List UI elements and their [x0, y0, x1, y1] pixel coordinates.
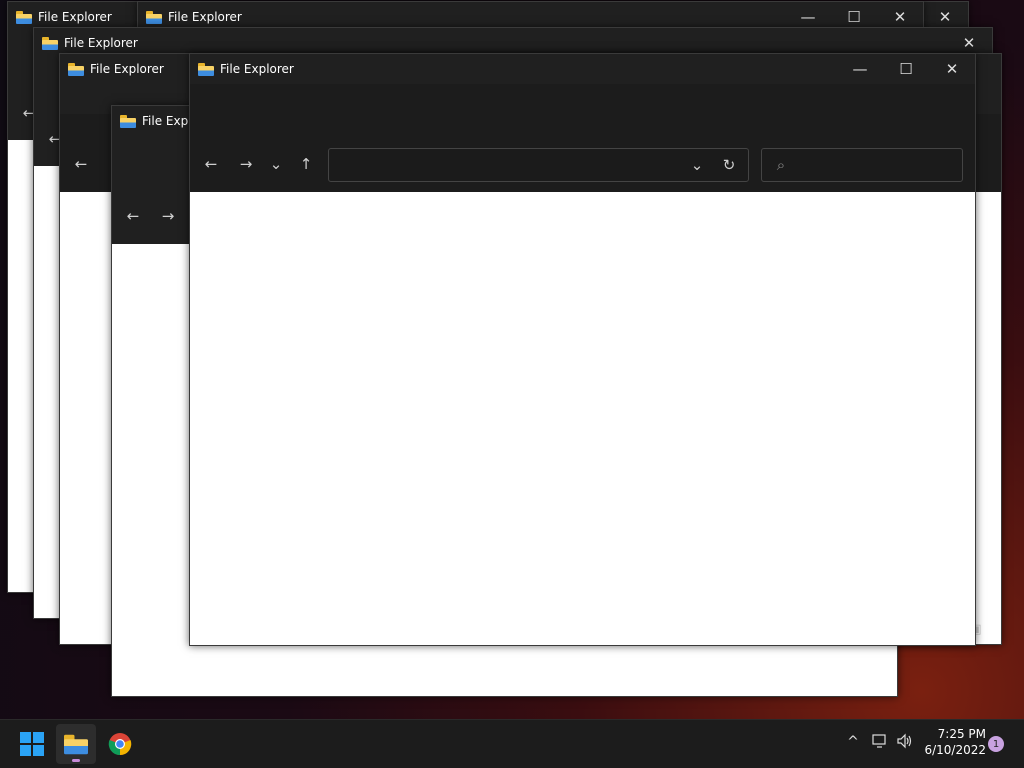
speaker-icon[interactable] [896, 733, 914, 749]
clock-date: 6/10/2022 [924, 743, 986, 757]
notification-badge[interactable]: 1 [988, 736, 1004, 752]
network-icon[interactable] [872, 734, 888, 748]
window-title: File Explo [120, 114, 199, 128]
explorer-window-active[interactable]: File Explorer — ☐ ✕ ← → ⌄ ↑ ⌄ ↻ ⌕ [189, 53, 976, 646]
windows-logo-icon [20, 732, 44, 756]
window-title: File Explorer [198, 62, 294, 76]
title-bar[interactable]: File Explorer — ☐ ✕ [190, 54, 975, 84]
start-button[interactable] [12, 724, 52, 764]
clock[interactable]: 7:25 PM 6/10/2022 [918, 726, 986, 758]
clock-time: 7:25 PM [937, 727, 986, 741]
up-icon[interactable]: ↑ [295, 153, 317, 175]
window-title: File Explorer [42, 36, 138, 50]
maximize-button[interactable]: ☐ [883, 54, 929, 84]
refresh-icon[interactable]: ↻ [718, 154, 740, 176]
tray-overflow-icon[interactable]: ^ [845, 734, 861, 750]
folder-icon [146, 10, 162, 24]
recent-locations-icon[interactable]: ⌄ [265, 153, 287, 175]
chrome-taskbar-button[interactable] [100, 724, 140, 764]
folder-icon [64, 734, 88, 754]
window-title: File Explorer [16, 10, 112, 24]
close-button[interactable]: ✕ [929, 54, 975, 84]
file-explorer-taskbar-button[interactable] [56, 724, 96, 764]
window-title: File Explorer [68, 62, 164, 76]
active-indicator [72, 759, 80, 762]
chrome-icon [108, 733, 132, 756]
forward-icon[interactable]: → [157, 205, 179, 227]
address-bar[interactable]: ⌄ ↻ [328, 148, 749, 182]
search-icon: ⌕ [776, 156, 786, 174]
folder-icon [120, 114, 136, 128]
address-dropdown-icon[interactable]: ⌄ [686, 154, 708, 176]
folder-icon [16, 10, 32, 24]
folder-icon [198, 62, 214, 76]
back-icon[interactable]: ← [70, 153, 92, 175]
content-area [190, 192, 975, 645]
search-input[interactable]: ⌕ [761, 148, 963, 182]
back-icon[interactable]: ← [200, 153, 222, 175]
folder-icon [42, 36, 58, 50]
minimize-button[interactable]: — [837, 54, 883, 84]
taskbar: ^ 7:25 PM 6/10/2022 1 [0, 719, 1024, 768]
folder-icon [68, 62, 84, 76]
back-icon[interactable]: ← [122, 205, 144, 227]
window-title: File Explorer [146, 10, 242, 24]
forward-icon[interactable]: → [235, 153, 257, 175]
